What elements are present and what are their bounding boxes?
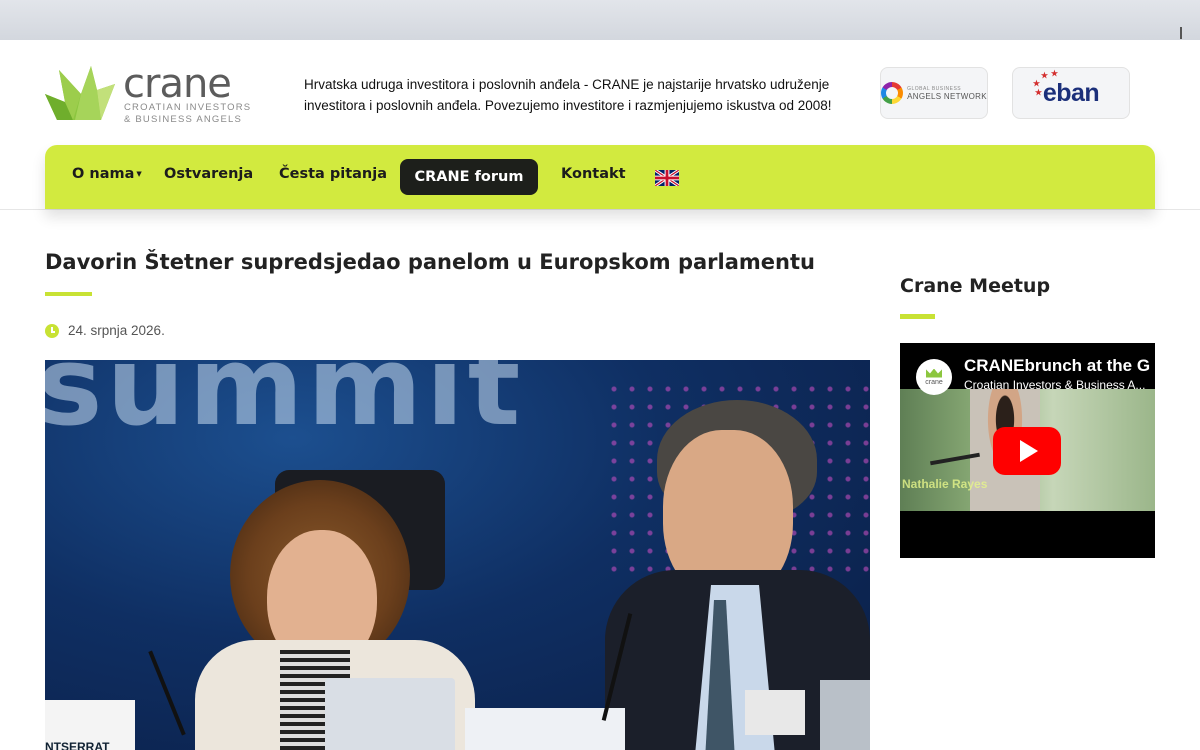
logo-wordmark: crane xyxy=(123,61,232,107)
nav-item-forum[interactable]: CRANE forum xyxy=(400,159,538,195)
crane-logo[interactable]: crane CROATIAN INVESTORS & BUSINESS ANGE… xyxy=(45,61,250,126)
photo-nameplate-left: NTSERRAT xyxy=(45,740,110,750)
uk-flag-icon[interactable] xyxy=(655,170,679,186)
main-navigation: O nama ▼ Ostvarenja Česta pitanja CRANE f… xyxy=(45,145,1155,209)
channel-avatar[interactable]: crane xyxy=(916,359,952,395)
nav-item-about[interactable]: O nama ▼ xyxy=(72,166,142,182)
channel-avatar-text: crane xyxy=(925,378,943,386)
nav-item-achievements[interactable]: Ostvarenja xyxy=(164,166,253,182)
clock-icon xyxy=(45,323,59,338)
nav-item-contact[interactable]: Kontakt xyxy=(561,166,626,182)
article-date-text: 24. srpnja 2026. xyxy=(68,323,165,338)
eban-stars-icon: ★ ★ ★ ★ xyxy=(1032,68,1058,97)
photo-backdrop-text: summit xyxy=(45,360,525,450)
logo-tagline-line1: CROATIAN INVESTORS xyxy=(124,102,252,113)
chevron-down-icon: ▼ xyxy=(136,170,142,178)
gan-label-big: ANGELS NETWORK xyxy=(907,92,987,101)
nav-item-faq[interactable]: Česta pitanja xyxy=(279,166,387,182)
crane-logo-icon xyxy=(45,66,115,120)
nav-about-label: O nama xyxy=(72,166,135,182)
article-date: 24. srpnja 2026. xyxy=(45,323,165,338)
site-intro-text: Hrvatska udruga investitora i poslovnih … xyxy=(304,77,832,113)
partner-eban-logo[interactable]: ★ ★ ★ ★ eban xyxy=(1012,67,1130,119)
browser-top-strip xyxy=(0,0,1200,40)
play-button[interactable] xyxy=(993,427,1061,475)
sidebar-title: Crane Meetup xyxy=(900,275,1051,297)
article-title: Davorin Štetner supredsjedao panelom u E… xyxy=(45,250,815,274)
title-underline-accent xyxy=(45,292,92,296)
play-icon xyxy=(1020,440,1038,462)
partner-gan-logo[interactable]: GLOBAL BUSINESS ANGELS NETWORK xyxy=(880,67,988,119)
site-header: crane CROATIAN INVESTORS & BUSINESS ANGE… xyxy=(0,40,1200,210)
gan-ring-icon xyxy=(881,82,904,104)
video-title[interactable]: CRANEbrunch at the G xyxy=(964,356,1150,376)
logo-tagline-line2: & BUSINESS ANGELS xyxy=(124,114,243,125)
youtube-video-embed[interactable]: crane CRANEbrunch at the G Croatian Inve… xyxy=(900,343,1155,558)
scrollbar-indicator[interactable] xyxy=(1180,27,1182,39)
video-channel-name[interactable]: Croatian Investors & Business A... xyxy=(964,378,1149,392)
sidebar-title-accent xyxy=(900,314,935,319)
video-caption: Nathalie Rayes xyxy=(902,477,988,491)
article-photo: summit NTSERRAT xyxy=(45,360,870,750)
crane-logo-icon xyxy=(926,368,942,378)
